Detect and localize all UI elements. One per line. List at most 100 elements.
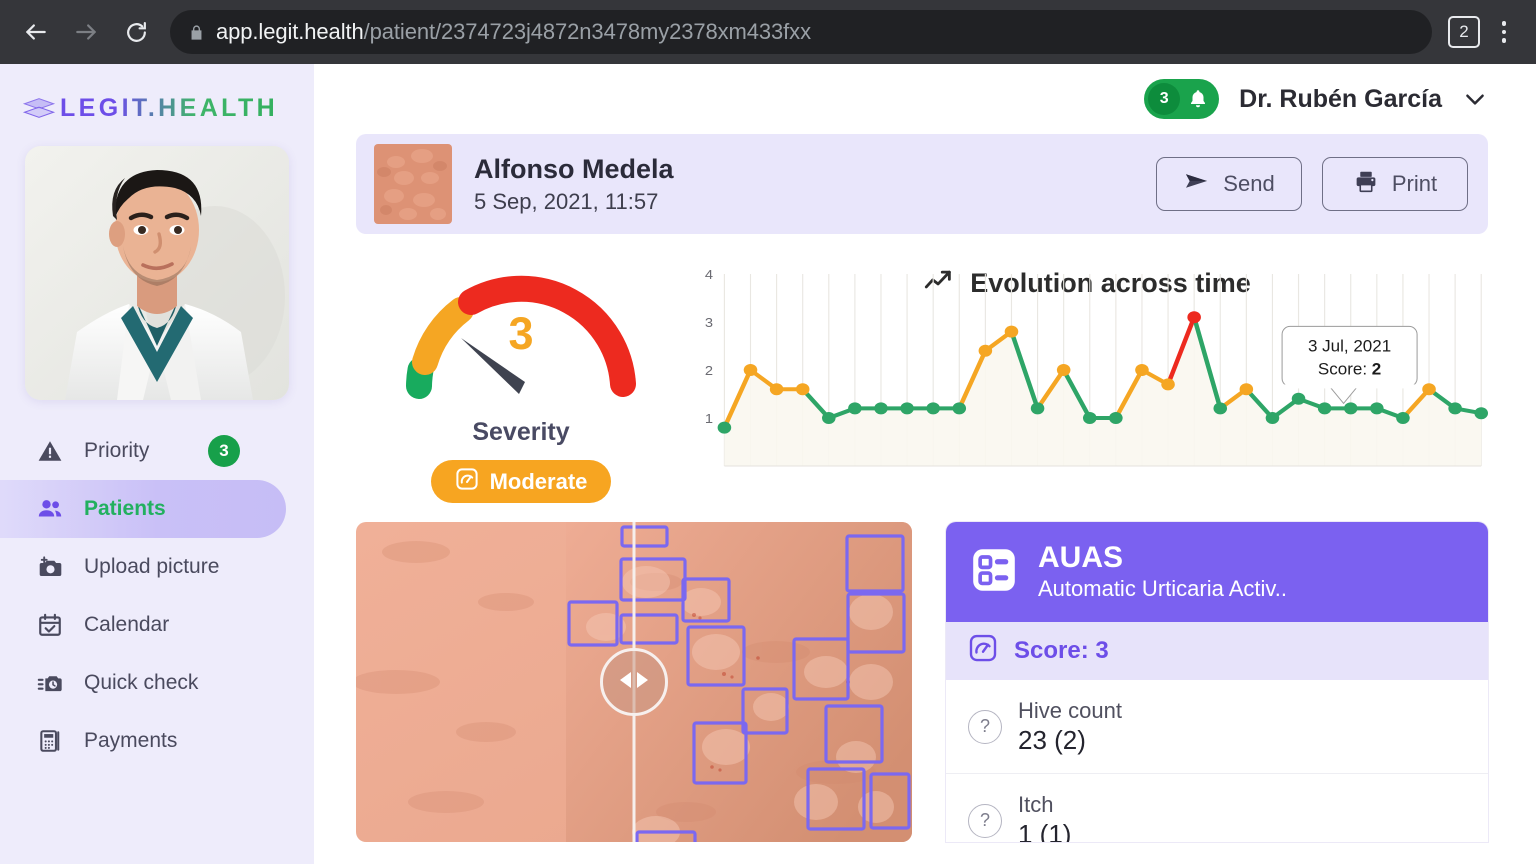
sidebar-item-label: Calendar [84,613,170,636]
auas-title: AUAS [1038,541,1124,575]
severity-label: Severity [472,418,570,446]
reload-icon [126,21,146,42]
severity-badge[interactable]: Moderate [430,460,612,503]
print-button-label: Print [1391,171,1438,196]
kebab-dot [1501,21,1507,26]
url-path: /patient/2374723j4872n3478my2378xm433fxx [363,19,811,44]
sidebar-item-patients[interactable]: Patients [0,480,286,538]
app-shell: LEGIT.HEALTH Priority 3 Patients Upload … [0,64,1536,864]
app-logo-text: LEGIT.HEALTH [60,93,279,122]
reload-button[interactable] [114,10,158,54]
auas-row-text: Itch 1 (1) [1018,791,1071,843]
address-bar-text: app.legit.health/patient/2374723j4872n34… [216,19,811,45]
checklist-icon [968,544,1020,601]
auas-subtitle: Automatic Urticaria Activ.. [1038,575,1287,601]
severity-value: 3 [508,308,534,359]
svg-text:3 Jul, 2021: 3 Jul, 2021 [1308,336,1391,355]
doctor-name: Dr. Rubén García [1239,84,1442,113]
legit-health-logo-icon [22,98,56,118]
question-mark-icon[interactable]: ? [968,709,1002,744]
app-logo[interactable]: LEGIT.HEALTH [0,86,314,130]
severity-gauge: 3 [389,266,653,406]
address-bar[interactable]: app.legit.health/patient/2374723j4872n34… [170,10,1432,54]
sidebar-item-calendar[interactable]: Calendar [0,596,314,654]
auas-row-value: 23 (2) [1018,725,1086,755]
patient-skin-thumbnail-image [374,144,452,224]
kebab-dot [1501,38,1507,43]
priority-badge: 3 [208,435,240,467]
camera-plus-icon [36,553,64,581]
tab-count-button[interactable]: 2 [1448,16,1480,48]
sidebar-nav: Priority 3 Patients Upload picture Calen… [0,422,314,770]
send-icon [1183,169,1210,199]
browser-menu-button[interactable] [1486,10,1522,54]
arrow-right-icon [76,24,96,40]
forward-button[interactable] [64,10,108,54]
svg-text:Score: 2: Score: 2 [1318,359,1381,378]
main-area: 3 Dr. Rubén García Alfonso Medela 5 Sep,… [314,64,1536,864]
warning-triangle-icon [36,437,64,465]
auas-score-label: Score: 3 [1014,637,1109,664]
printer-icon [1353,169,1379,200]
notifications-button[interactable]: 3 [1144,79,1220,119]
back-button[interactable] [14,10,58,54]
print-button[interactable]: Print [1322,157,1468,211]
question-mark-icon[interactable]: ? [968,803,1002,838]
sidebar-item-priority[interactable]: Priority 3 [0,422,314,480]
url-host: app.legit.health [216,19,364,44]
sidebar-item-label: Payments [84,729,178,752]
browser-toolbar: app.legit.health/patient/2374723j4872n34… [0,0,1536,64]
gauge-icon [455,467,479,497]
left-right-arrows-icon [613,668,655,697]
sidebar-item-upload-picture[interactable]: Upload picture [0,538,314,596]
patient-actions: Send Print [1156,157,1468,211]
lock-icon [188,23,205,42]
avatar [25,146,289,400]
auas-row-value: 1 (1) [1018,819,1072,842]
sidebar-item-label: Priority [84,439,150,462]
evolution-chart-overlay: 3 Jul, 2021 Score: 2 [1281,325,1418,405]
doctor-portrait-image [25,146,289,400]
auas-score-row: Score: 3 [946,622,1488,680]
patient-meta: Alfonso Medela 5 Sep, 2021, 11:57 [474,153,674,214]
sidebar-item-quick-check[interactable]: Quick check [0,654,314,712]
patient-name: Alfonso Medela [474,154,674,185]
kebab-dot [1501,29,1507,35]
auas-row-label: Itch [1018,791,1054,817]
sidebar-item-label: Upload picture [84,555,220,578]
sidebar-item-payments[interactable]: Payments [0,712,314,770]
calculator-icon [36,727,64,755]
arrow-left-icon [26,24,46,40]
patient-thumbnail[interactable] [374,144,452,224]
send-button[interactable]: Send [1156,157,1302,211]
sidebar-item-label: Quick check [84,671,199,694]
auas-row-text: Hive count 23 (2) [1018,697,1122,757]
auas-row-label: Hive count [1018,697,1122,723]
content-area: Alfonso Medela 5 Sep, 2021, 11:57 Send P… [314,134,1536,864]
evolution-chart[interactable]: 1234 3 Jul, 2021 Score: 2 [686,260,1488,500]
account-menu-button[interactable] [1462,86,1488,112]
gauge-icon [968,633,998,670]
camera-clock-icon [36,669,64,697]
sidebar: LEGIT.HEALTH Priority 3 Patients Upload … [0,64,314,864]
send-button-label: Send [1223,171,1275,196]
sidebar-item-label: Patients [84,497,166,520]
image-comparison[interactable] [356,522,912,842]
auas-header: AUAS Automatic Urticaria Activ.. [946,522,1488,622]
people-icon [36,495,64,523]
summary-panels: 3 Severity Moderate Evolution across tim… [356,260,1488,508]
bell-icon [1187,88,1209,110]
auas-row-itch: ? Itch 1 (1) [946,774,1488,842]
detail-row: AUAS Automatic Urticaria Activ.. Score: … [356,522,1488,842]
patient-datetime: 5 Sep, 2021, 11:57 [474,188,659,214]
auas-header-text: AUAS Automatic Urticaria Activ.. [1038,542,1287,602]
calendar-check-icon [36,611,64,639]
severity-panel: 3 Severity Moderate [356,260,686,508]
auas-panel: AUAS Automatic Urticaria Activ.. Score: … [946,522,1488,842]
top-bar: 3 Dr. Rubén García [314,64,1536,134]
notification-count-badge: 3 [1148,83,1181,115]
auas-row-hive-count: ? Hive count 23 (2) [946,680,1488,774]
comparison-slider-handle[interactable] [600,648,668,716]
chevron-down-icon [1466,94,1484,105]
severity-badge-label: Moderate [489,468,588,494]
